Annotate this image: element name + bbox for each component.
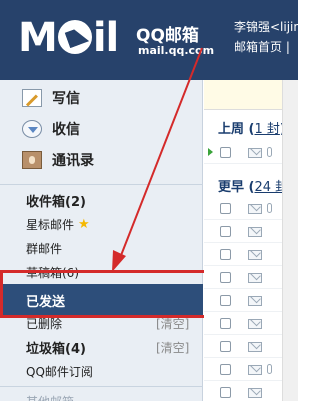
attachment-icon — [267, 147, 272, 157]
group-earlier-label: 更早 — [218, 180, 245, 195]
brand-name: QQ邮箱 — [136, 26, 199, 46]
folder-drafts[interactable]: 草稿箱(6) — [26, 262, 79, 282]
row-checkbox[interactable] — [220, 364, 231, 375]
folder-group[interactable]: 群邮件 — [26, 238, 62, 258]
contacts-button[interactable]: 通讯录 — [22, 148, 94, 172]
receive-button[interactable]: 收信 — [22, 117, 80, 141]
contacts-label: 通讯录 — [52, 153, 94, 169]
group-last-week-label: 上周 — [218, 122, 245, 137]
brand-url: mail.qq.com — [138, 44, 215, 57]
group-last-week: 上周 (1 封) — [218, 122, 286, 137]
receive-icon — [22, 120, 42, 138]
sidebar: 写信 收信 通讯录 收件箱(2) 星标邮件 ★ 群邮件 草稿箱(6) 已发送 已… — [0, 80, 208, 401]
receive-label: 收信 — [52, 122, 80, 138]
attachment-icon — [267, 364, 272, 374]
row-checkbox[interactable] — [220, 295, 231, 306]
envelope-icon — [248, 296, 262, 306]
folder-starred[interactable]: 星标邮件 ★ — [26, 214, 90, 234]
row-checkbox[interactable] — [220, 387, 231, 398]
vertical-scrollbar[interactable] — [282, 80, 298, 401]
compose-label: 写信 — [52, 91, 80, 107]
folder-inbox[interactable]: 收件箱(2) — [26, 190, 86, 210]
folder-spam[interactable]: 垃圾箱(4) — [26, 337, 86, 357]
row-checkbox[interactable] — [220, 226, 231, 237]
current-arrow-icon — [208, 148, 213, 156]
envelope-icon — [248, 204, 262, 214]
divider — [0, 386, 203, 387]
clear-deleted-link[interactable]: [清空] — [156, 313, 189, 333]
group-last-week-count[interactable]: 1 封 — [254, 122, 279, 137]
mailbox-home-link[interactable]: 邮箱首页 | — [234, 38, 298, 55]
row-checkbox[interactable] — [220, 249, 231, 260]
envelope-icon — [248, 227, 262, 237]
row-checkbox[interactable] — [220, 318, 231, 329]
app-header: Mil QQ邮箱 mail.qq.com 李锦强<lijin 邮箱首页 | — [0, 0, 298, 80]
logo-mark: Mil — [18, 15, 119, 61]
folder-sent[interactable]: 已发送 — [0, 284, 203, 316]
envelope-icon — [248, 250, 262, 260]
envelope-icon — [248, 388, 262, 398]
logo-o-icon — [57, 20, 92, 54]
user-name: 李锦强<lijin — [234, 20, 298, 34]
envelope-icon — [248, 365, 262, 375]
envelope-icon — [248, 148, 262, 158]
envelope-icon — [248, 273, 262, 283]
attachment-icon — [267, 203, 272, 213]
folder-starred-label: 星标邮件 — [26, 217, 75, 232]
contacts-icon — [22, 151, 42, 169]
row-checkbox[interactable] — [220, 203, 231, 214]
row-checkbox[interactable] — [220, 147, 231, 158]
compose-button[interactable]: 写信 — [22, 86, 80, 110]
folder-deleted[interactable]: 已删除 — [26, 313, 62, 333]
clear-spam-link[interactable]: [清空] — [156, 337, 189, 357]
folder-other-mailboxes[interactable]: 其他邮箱 — [26, 393, 74, 401]
star-icon: ★ — [78, 216, 90, 232]
divider — [0, 184, 203, 185]
envelope-icon — [248, 342, 262, 352]
folder-subscriptions[interactable]: QQ邮件订阅 — [26, 361, 93, 381]
compose-icon — [22, 89, 42, 107]
envelope-icon — [248, 319, 262, 329]
row-checkbox[interactable] — [220, 341, 231, 352]
row-checkbox[interactable] — [220, 272, 231, 283]
